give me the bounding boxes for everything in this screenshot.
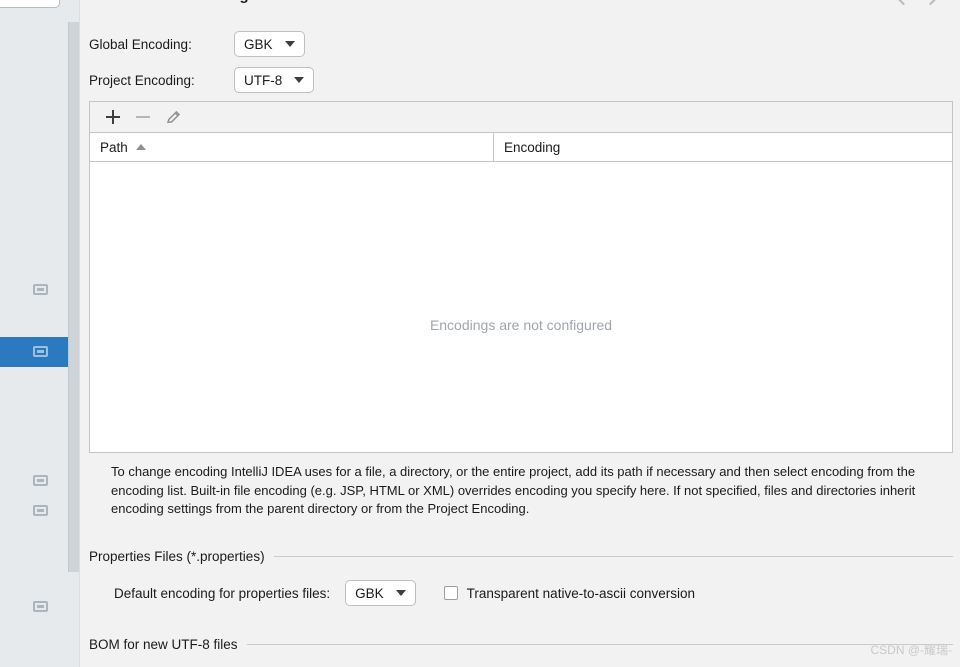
group-divider bbox=[273, 556, 953, 557]
properties-default-encoding-label: Default encoding for properties files: bbox=[114, 585, 331, 601]
column-header-encoding[interactable]: Encoding bbox=[494, 133, 952, 161]
column-header-path-label: Path bbox=[100, 139, 128, 155]
encodings-table-header: Path Encoding bbox=[90, 133, 952, 162]
pencil-icon[interactable] bbox=[158, 104, 188, 130]
breadcrumb-separator: › bbox=[133, 0, 150, 4]
transparent-native-to-ascii-checkbox[interactable]: Transparent native-to-ascii conversion bbox=[443, 585, 695, 601]
panel-icon bbox=[33, 505, 48, 516]
bom-group-header: BOM for new UTF-8 files bbox=[89, 637, 953, 652]
chevron-left-icon[interactable] bbox=[895, 0, 912, 6]
panel-icon bbox=[33, 284, 48, 295]
global-encoding-value: GBK bbox=[244, 36, 273, 52]
checkbox-box[interactable] bbox=[443, 586, 458, 600]
encodings-table-body[interactable]: Encodings are not configured bbox=[90, 162, 952, 451]
global-encoding-row: Global Encoding: GBK bbox=[89, 31, 305, 57]
sidebar-item-file-encodings[interactable] bbox=[0, 337, 68, 367]
panel-icon bbox=[33, 601, 48, 612]
chevron-down-icon bbox=[284, 41, 295, 47]
sort-ascending-icon bbox=[135, 144, 146, 150]
panel-icon bbox=[33, 475, 48, 486]
description-text: To change encoding IntelliJ IDEA uses fo… bbox=[111, 464, 916, 516]
sidebar-search-input[interactable] bbox=[0, 0, 60, 8]
panel-icon bbox=[33, 346, 48, 357]
breadcrumb: Editor›File Encodings bbox=[90, 0, 257, 4]
chevron-down-icon bbox=[395, 590, 406, 596]
chevron-right-icon[interactable] bbox=[922, 0, 939, 6]
bom-title: BOM for new UTF-8 files bbox=[89, 637, 238, 652]
file-encodings-panel: Editor›File Encodings Global Encoding: G… bbox=[80, 0, 960, 667]
column-header-path[interactable]: Path bbox=[90, 133, 494, 161]
column-header-encoding-label: Encoding bbox=[504, 139, 561, 155]
project-encoding-row: Project Encoding: UTF-8 bbox=[89, 67, 315, 93]
remove-icon[interactable] bbox=[128, 104, 158, 130]
breadcrumb-parent[interactable]: Editor bbox=[90, 0, 133, 4]
group-divider bbox=[246, 644, 953, 645]
properties-default-encoding-row: Default encoding for properties files: G… bbox=[114, 580, 695, 606]
properties-files-group-header: Properties Files (*.properties) bbox=[89, 549, 953, 564]
add-icon[interactable] bbox=[98, 104, 128, 130]
project-encoding-select[interactable]: UTF-8 bbox=[234, 67, 315, 93]
watermark: CSDN @-耀瑞- bbox=[870, 643, 952, 657]
encodings-table-toolbar bbox=[90, 102, 952, 133]
global-encoding-select[interactable]: GBK bbox=[234, 31, 305, 57]
properties-default-encoding-value: GBK bbox=[355, 585, 384, 601]
sidebar-item-5[interactable] bbox=[0, 592, 68, 622]
empty-state-message: Encodings are not configured bbox=[429, 317, 613, 333]
chevron-down-icon bbox=[294, 77, 305, 83]
encodings-table: Path Encoding Encodings are not configur… bbox=[89, 101, 953, 453]
project-encoding-label: Project Encoding: bbox=[89, 72, 195, 88]
pencil-glyph bbox=[166, 110, 181, 124]
project-encoding-value: UTF-8 bbox=[244, 72, 283, 88]
sidebar-item-1[interactable] bbox=[0, 275, 68, 305]
properties-files-title: Properties Files (*.properties) bbox=[89, 549, 265, 564]
transparent-native-to-ascii-label: Transparent native-to-ascii conversion bbox=[466, 585, 695, 601]
breadcrumb-current: File Encodings bbox=[150, 0, 257, 4]
properties-default-encoding-select[interactable]: GBK bbox=[345, 580, 416, 606]
sidebar-item-4[interactable] bbox=[0, 496, 68, 526]
settings-sidebar[interactable] bbox=[0, 0, 80, 667]
global-encoding-label: Global Encoding: bbox=[89, 36, 192, 52]
sidebar-item-3[interactable] bbox=[0, 466, 68, 496]
